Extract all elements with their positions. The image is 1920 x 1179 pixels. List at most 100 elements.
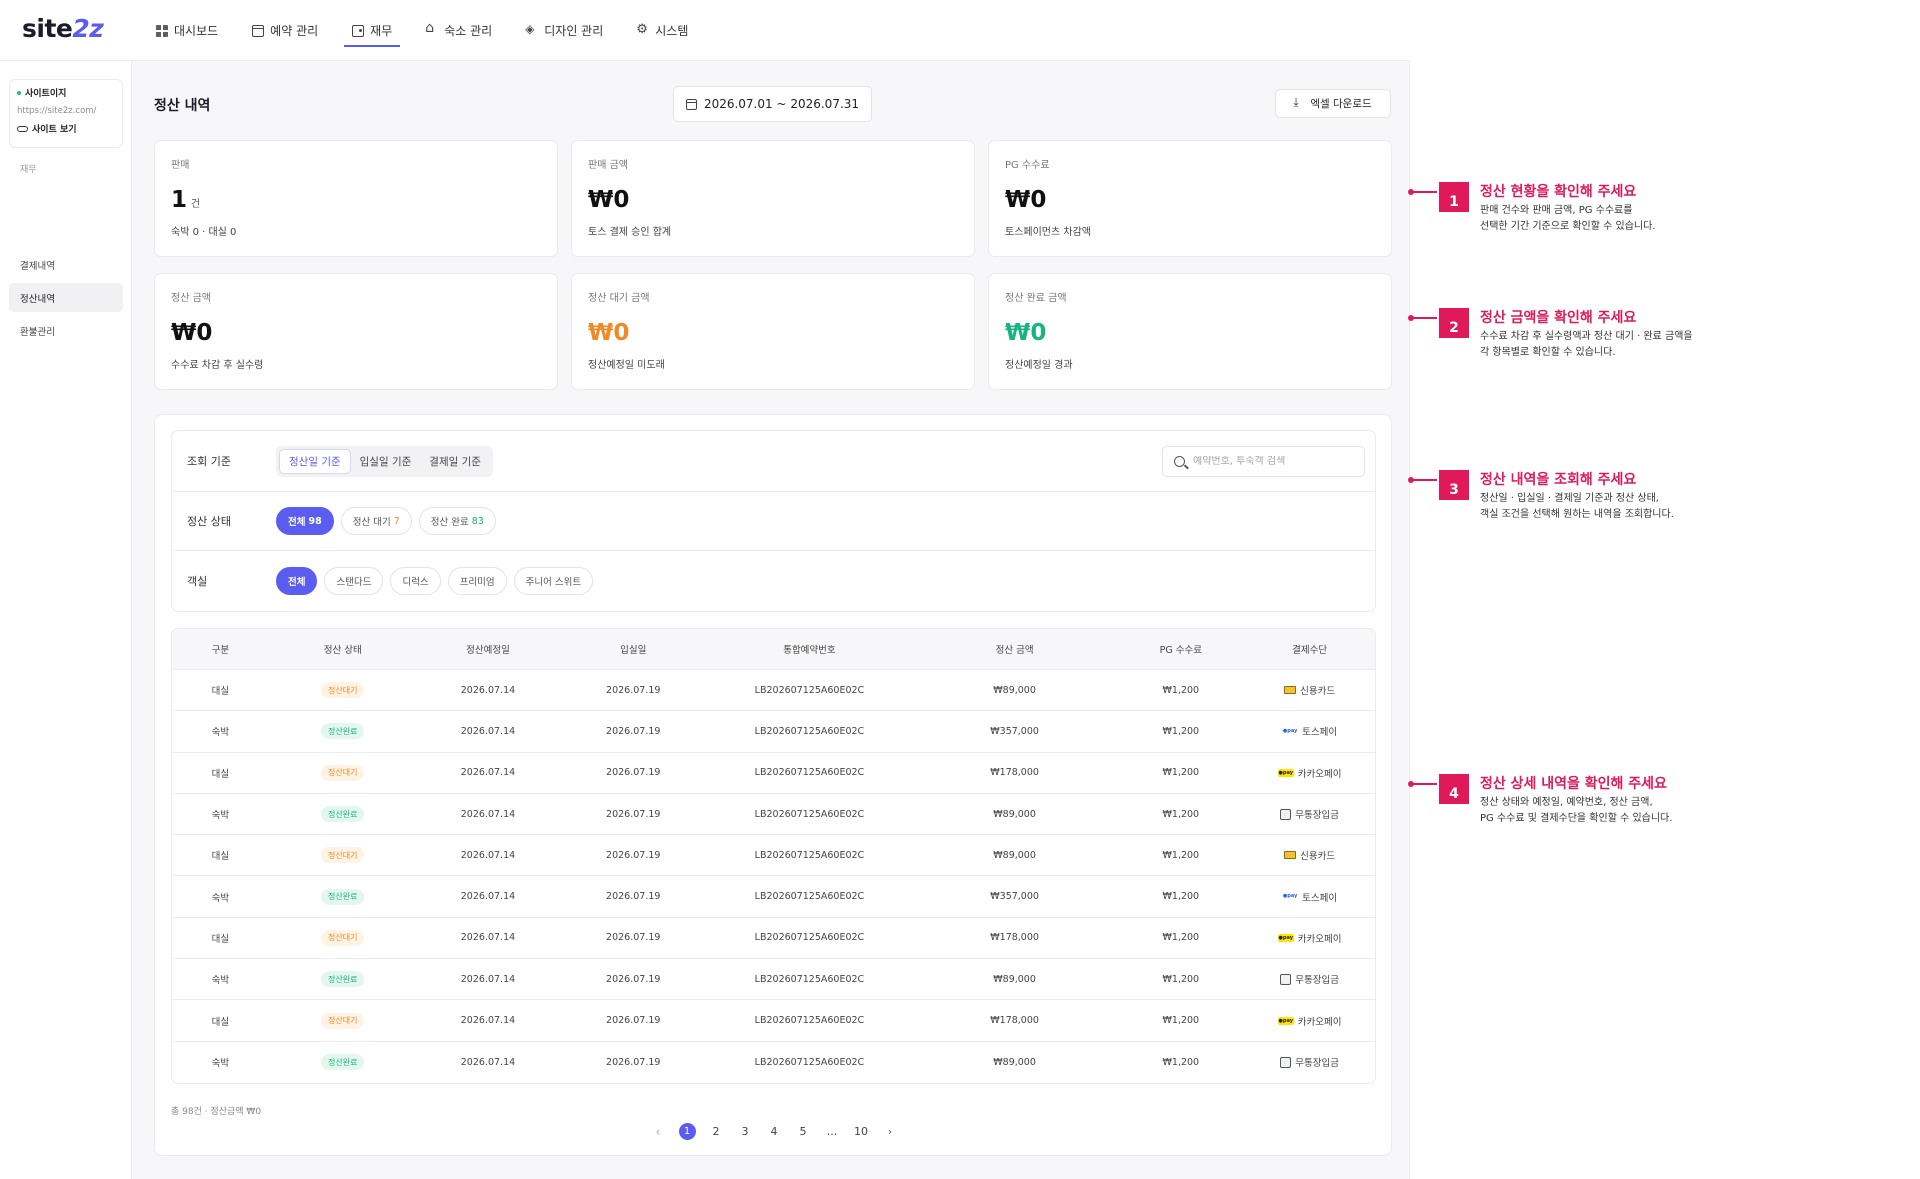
top-navigation: site2z 대시보드 예약 관리 재무 숙소 관리 디자인 관리 시스템: [0, 0, 1410, 61]
table-cell-method: ●pay 카카오페이: [1277, 933, 1342, 945]
status-badge: 정산완료: [320, 806, 365, 823]
nav-item-system[interactable]: 시스템: [636, 0, 688, 61]
table-cell-pg-fee: ₩1,200: [1162, 767, 1200, 779]
basis-option-payment-date[interactable]: 결제일 기준: [420, 449, 490, 474]
site-view-link[interactable]: 사이트 보기: [17, 122, 115, 135]
table-row[interactable]: 대실 정산대기 2026.07.14 2026.07.19 LB202607125A60…: [172, 753, 1375, 794]
table-cell-type: 대실: [211, 933, 230, 945]
table-row[interactable]: 숙박 정산완료 2026.07.14 2026.07.19 LB202607125A60…: [172, 711, 1375, 753]
table-cell-pg-fee: ₩1,200: [1162, 849, 1200, 861]
sidebar-item-settlements[interactable]: 정산내역: [9, 283, 123, 312]
table-cell-reservation-no: LB202607125A60E02C: [754, 725, 865, 737]
stat-card-pending-amount: 정산 대기 금액 ₩0 정산예정일 미도래: [571, 273, 975, 390]
table-cell-method: 무통장입금: [1244, 807, 1375, 821]
table-cell-amount: ₩89,000: [993, 684, 1036, 696]
status-chip-completed[interactable]: 정산 완료 83: [418, 507, 496, 535]
nav-item-reservations[interactable]: 예약 관리: [252, 0, 318, 61]
status-chip-all[interactable]: 전체 98: [276, 507, 334, 535]
filter-row-status: 정산 상태 전체 98 정산 대기 7 정산 완료 83: [172, 492, 1375, 551]
calendar-icon: [685, 98, 697, 110]
column-header[interactable]: 정산예정일: [417, 642, 560, 656]
room-chip-standard[interactable]: 스탠다드: [324, 567, 384, 595]
room-chip-all[interactable]: 전체: [276, 567, 318, 595]
table-row[interactable]: 대실 정산대기 2026.07.14 2026.07.19 LB202607125A60…: [172, 918, 1375, 960]
excel-download-button[interactable]: 엑셀 다운로드: [1275, 89, 1391, 118]
status-badge: 정산대기: [320, 929, 365, 946]
column-header[interactable]: 구분: [172, 642, 269, 656]
table-cell-reservation-no: LB202607125A60E02C: [754, 808, 865, 820]
bank-transfer-icon: [1280, 1056, 1292, 1068]
table-cell-type: 대실: [211, 768, 230, 780]
toss-pay-icon: ●pay: [1282, 727, 1298, 734]
settlement-table: 구분 정산 상태 정산예정일 입실일 통합예약번호 정산 금액 PG 수수료 결…: [171, 628, 1376, 1084]
column-header[interactable]: PG 수수료: [1117, 642, 1244, 656]
table-cell-checkin: 2026.07.19: [606, 891, 661, 903]
table-row[interactable]: 대실 정산대기 2026.07.14 2026.07.19 LB202607125A60…: [172, 670, 1375, 712]
page-button[interactable]: 10: [847, 1117, 876, 1146]
room-chip-premium[interactable]: 프리미엄: [447, 567, 507, 595]
table-cell-type: 대실: [211, 851, 230, 863]
kakao-pay-icon: ●pay: [1277, 933, 1294, 942]
prev-page-button[interactable]: ‹: [644, 1117, 673, 1146]
sidebar-item-refunds[interactable]: 환불관리: [9, 316, 123, 345]
table-cell-status: 정산대기: [269, 847, 417, 864]
stat-card-sales: 판매 1건 숙박 0 · 대실 0: [154, 140, 558, 257]
table-cell-amount: ₩89,000: [993, 1056, 1036, 1068]
page-button[interactable]: 5: [789, 1117, 818, 1146]
status-chips: 전체 98 정산 대기 7 정산 완료 83: [276, 507, 496, 535]
logo[interactable]: site2z: [22, 14, 104, 43]
status-badge: 정산완료: [320, 888, 365, 905]
table-cell-status: 정산완료: [269, 1054, 417, 1071]
status-badge: 정산대기: [320, 847, 365, 864]
filter-box: 조회 기준 정산일 기준 입실일 기준 결제일 기준 정산 상태 전체98: [171, 430, 1376, 612]
nav-item-dashboard[interactable]: 대시보드: [156, 0, 218, 61]
sidebar-item-payments[interactable]: 결제내역: [9, 250, 123, 279]
column-header[interactable]: 결제수단: [1244, 642, 1375, 656]
table-cell-reservation-no: LB202607125A60E02C: [754, 1056, 865, 1068]
room-chips: 전체 스탠다드 디럭스 프리미엄 주니어 스위트: [276, 567, 594, 595]
column-header[interactable]: 통합예약번호: [707, 642, 912, 656]
table-cell-pg-fee: ₩1,200: [1162, 973, 1200, 985]
stat-value: ₩0: [171, 320, 213, 346]
table-row[interactable]: 숙박 정산완료 2026.07.14 2026.07.19 LB202607125A60…: [172, 959, 1375, 1001]
search-input[interactable]: [1193, 455, 1353, 467]
page-button[interactable]: 2: [702, 1117, 731, 1146]
page-button[interactable]: 1: [673, 1117, 702, 1146]
nav-item-design[interactable]: 디자인 관리: [525, 0, 603, 61]
table-row[interactable]: 대실 정산대기 2026.07.14 2026.07.19 LB202607125A60…: [172, 835, 1375, 877]
stat-value: ₩0: [1005, 187, 1047, 213]
page-button[interactable]: 3: [731, 1117, 760, 1146]
page-button[interactable]: 4: [760, 1117, 789, 1146]
sidebar-group-label: 재무: [20, 165, 37, 175]
column-header[interactable]: 정산 상태: [269, 642, 417, 656]
table-cell-settle-date: 2026.07.14: [460, 767, 516, 779]
table-cell-pg-fee: ₩1,200: [1162, 725, 1200, 737]
date-range-picker[interactable]: 2026.07.01 ~ 2026.07.31: [673, 86, 872, 122]
room-chip-junior-suite[interactable]: 주니어 스위트: [513, 567, 594, 595]
credit-card-icon: [1284, 851, 1297, 860]
basis-option-settle-date[interactable]: 정산일 기준: [279, 448, 351, 474]
nav-item-lodging[interactable]: 숙소 관리: [425, 0, 492, 61]
table-row[interactable]: 숙박 정산완료 2026.07.14 2026.07.19 LB202607125A60…: [172, 794, 1375, 836]
table-cell-status: 정산완료: [269, 888, 417, 905]
table-row[interactable]: 숙박 정산완료 2026.07.14 2026.07.19 LB202607125A60…: [172, 1042, 1375, 1083]
next-page-button[interactable]: ›: [876, 1117, 905, 1146]
table-row[interactable]: 대실 정산대기 2026.07.14 2026.07.19 LB202607125A60…: [172, 1000, 1375, 1042]
table-cell-pg-fee: ₩1,200: [1162, 891, 1200, 903]
table-cell-pg-fee: ₩1,200: [1162, 1015, 1200, 1027]
table-cell-status: 정산완료: [269, 806, 417, 823]
column-header[interactable]: 입실일: [559, 642, 707, 656]
nav-item-finance[interactable]: 재무: [344, 0, 401, 61]
status-badge: 정산완료: [320, 971, 365, 988]
table-cell-method: 무통장입금: [1244, 1055, 1375, 1069]
table-row[interactable]: 숙박 정산완료 2026.07.14 2026.07.19 LB202607125A60…: [172, 876, 1375, 918]
settlement-panel: 조회 기준 정산일 기준 입실일 기준 결제일 기준 정산 상태 전체98: [154, 414, 1392, 1156]
status-chip-pending[interactable]: 정산 대기 7: [340, 507, 412, 535]
basis-option-checkin-date[interactable]: 입실일 기준: [351, 449, 421, 474]
table-cell-settle-date: 2026.07.14: [460, 932, 516, 944]
room-chip-deluxe[interactable]: 디럭스: [390, 567, 441, 595]
status-badge: 정산완료: [320, 723, 365, 740]
table-cell-checkin: 2026.07.19: [606, 1015, 661, 1027]
pagination: ‹ 1 2 3 4 5 ... 10 ›: [155, 1117, 1393, 1146]
column-header[interactable]: 정산 금액: [912, 642, 1118, 656]
